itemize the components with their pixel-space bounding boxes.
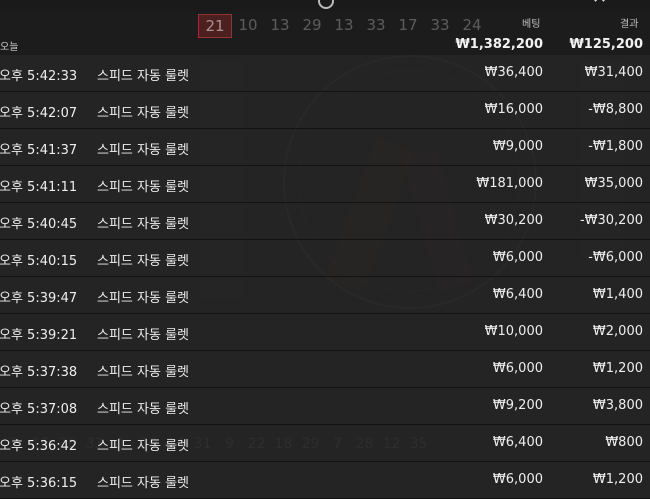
row-time: 오후 5:39:21 [0, 328, 78, 343]
history-row[interactable]: 오후 5:39:47 스피드 자동 룰렛 ₩6,400 ₩1,400 [0, 277, 650, 314]
row-result-amount: -₩8,800 [588, 102, 643, 117]
row-bet-amount: ₩9,200 [492, 398, 543, 413]
close-icon[interactable]: ✕ [592, 0, 608, 7]
history-row[interactable]: 오후 5:41:11 스피드 자동 룰렛 ₩181,000 ₩35,000 [0, 166, 650, 203]
result-column-header: 결과 [620, 19, 639, 30]
row-result-amount: ₩1,200 [592, 472, 643, 487]
row-result-amount: ₩35,000 [584, 176, 643, 191]
total-bet: ₩1,382,200 [455, 37, 543, 52]
recent-result-number: 17 [398, 16, 418, 34]
row-game-name: 스피드 자동 룰렛 [97, 254, 189, 269]
row-game-name: 스피드 자동 룰렛 [97, 217, 189, 232]
row-time: 오후 5:40:45 [0, 217, 78, 232]
recent-result-number: 13 [270, 16, 290, 34]
row-game-name: 스피드 자동 룰렛 [97, 328, 189, 343]
row-game-name: 스피드 자동 룰렛 [97, 365, 189, 380]
recent-result-number: 33 [430, 16, 450, 34]
row-time: 오후 5:41:11 [0, 180, 78, 195]
recent-result-number: 24 [462, 16, 482, 34]
row-result-amount: ₩31,400 [584, 65, 643, 80]
row-game-name: 스피드 자동 룰렛 [97, 291, 189, 306]
history-row[interactable]: 오후 5:36:15 스피드 자동 룰렛 ₩6,000 ₩1,200 [0, 462, 650, 499]
row-result-amount: ₩1,400 [592, 287, 643, 302]
history-row[interactable]: 오후 5:37:08 스피드 자동 룰렛 ₩9,200 ₩3,800 [0, 388, 650, 425]
row-bet-amount: ₩6,400 [492, 435, 543, 450]
row-game-name: 스피드 자동 룰렛 [97, 143, 189, 158]
recent-result-number: 33 [366, 16, 386, 34]
history-row[interactable]: 오후 5:40:15 스피드 자동 룰렛 ₩6,000 -₩6,000 [0, 240, 650, 277]
row-time: 오후 5:37:08 [0, 402, 78, 417]
row-game-name: 스피드 자동 룰렛 [97, 402, 189, 417]
row-time: 오후 5:37:38 [0, 365, 78, 380]
row-result-amount: ₩800 [605, 435, 643, 450]
row-bet-amount: ₩16,000 [484, 102, 543, 117]
row-bet-amount: ₩10,000 [484, 324, 543, 339]
row-bet-amount: ₩6,400 [492, 287, 543, 302]
history-row[interactable]: 오후 5:40:45 스피드 자동 룰렛 ₩30,200 -₩30,200 [0, 203, 650, 240]
total-result: ₩125,200 [569, 37, 643, 52]
recent-result-number: 13 [334, 16, 354, 34]
row-time: 오후 5:42:33 [0, 69, 78, 84]
recent-result-number: 10 [238, 16, 258, 34]
bet-column-header: 베팅 [522, 19, 541, 30]
history-row[interactable]: 오후 5:37:38 스피드 자동 룰렛 ₩6,000 ₩1,200 [0, 351, 650, 388]
history-row[interactable]: 오후 5:36:42 스피드 자동 룰렛 ₩6,400 ₩800 [0, 425, 650, 462]
row-game-name: 스피드 자동 룰렛 [97, 439, 189, 454]
recent-result-number: 29 [302, 16, 322, 34]
history-list: 오후 5:42:33 스피드 자동 룰렛 ₩36,400 ₩31,400 오후 5:42… [0, 55, 650, 499]
row-time: 오후 5:40:15 [0, 254, 78, 269]
history-row[interactable]: 오후 5:42:33 스피드 자동 룰렛 ₩36,400 ₩31,400 [0, 55, 650, 92]
row-bet-amount: ₩181,000 [476, 176, 543, 191]
row-result-amount: -₩30,200 [579, 213, 643, 228]
recent-result-number: 21 [198, 14, 232, 38]
row-result-amount: ₩2,000 [592, 324, 643, 339]
row-time: 오후 5:42:07 [0, 106, 78, 121]
row-bet-amount: ₩30,200 [484, 213, 543, 228]
history-row[interactable]: 오후 5:39:21 스피드 자동 룰렛 ₩10,000 ₩2,000 [0, 314, 650, 351]
row-game-name: 스피드 자동 룰렛 [97, 69, 189, 84]
row-result-amount: ₩1,200 [592, 361, 643, 376]
row-time: 오후 5:36:42 [0, 439, 78, 454]
row-bet-amount: ₩9,000 [492, 139, 543, 154]
row-bet-amount: ₩36,400 [484, 65, 543, 80]
row-result-amount: ₩3,800 [592, 398, 643, 413]
row-time: 오후 5:41:37 [0, 143, 78, 158]
row-game-name: 스피드 자동 룰렛 [97, 180, 189, 195]
today-label: 오늘 [0, 42, 19, 53]
row-bet-amount: ₩6,000 [492, 361, 543, 376]
row-result-amount: -₩1,800 [588, 139, 643, 154]
row-result-amount: -₩6,000 [588, 250, 643, 265]
history-row[interactable]: 오후 5:42:07 스피드 자동 룰렛 ₩16,000 -₩8,800 [0, 92, 650, 129]
row-game-name: 스피드 자동 룰렛 [97, 476, 189, 491]
row-time: 오후 5:39:47 [0, 291, 78, 306]
row-bet-amount: ₩6,000 [492, 472, 543, 487]
row-game-name: 스피드 자동 룰렛 [97, 106, 189, 121]
row-bet-amount: ₩6,000 [492, 250, 543, 265]
recent-results-strip: 21 10 13 29 13 33 17 33 24 [198, 14, 488, 38]
row-time: 오후 5:36:15 [0, 476, 78, 491]
history-row[interactable]: 오후 5:41:37 스피드 자동 룰렛 ₩9,000 -₩1,800 [0, 129, 650, 166]
